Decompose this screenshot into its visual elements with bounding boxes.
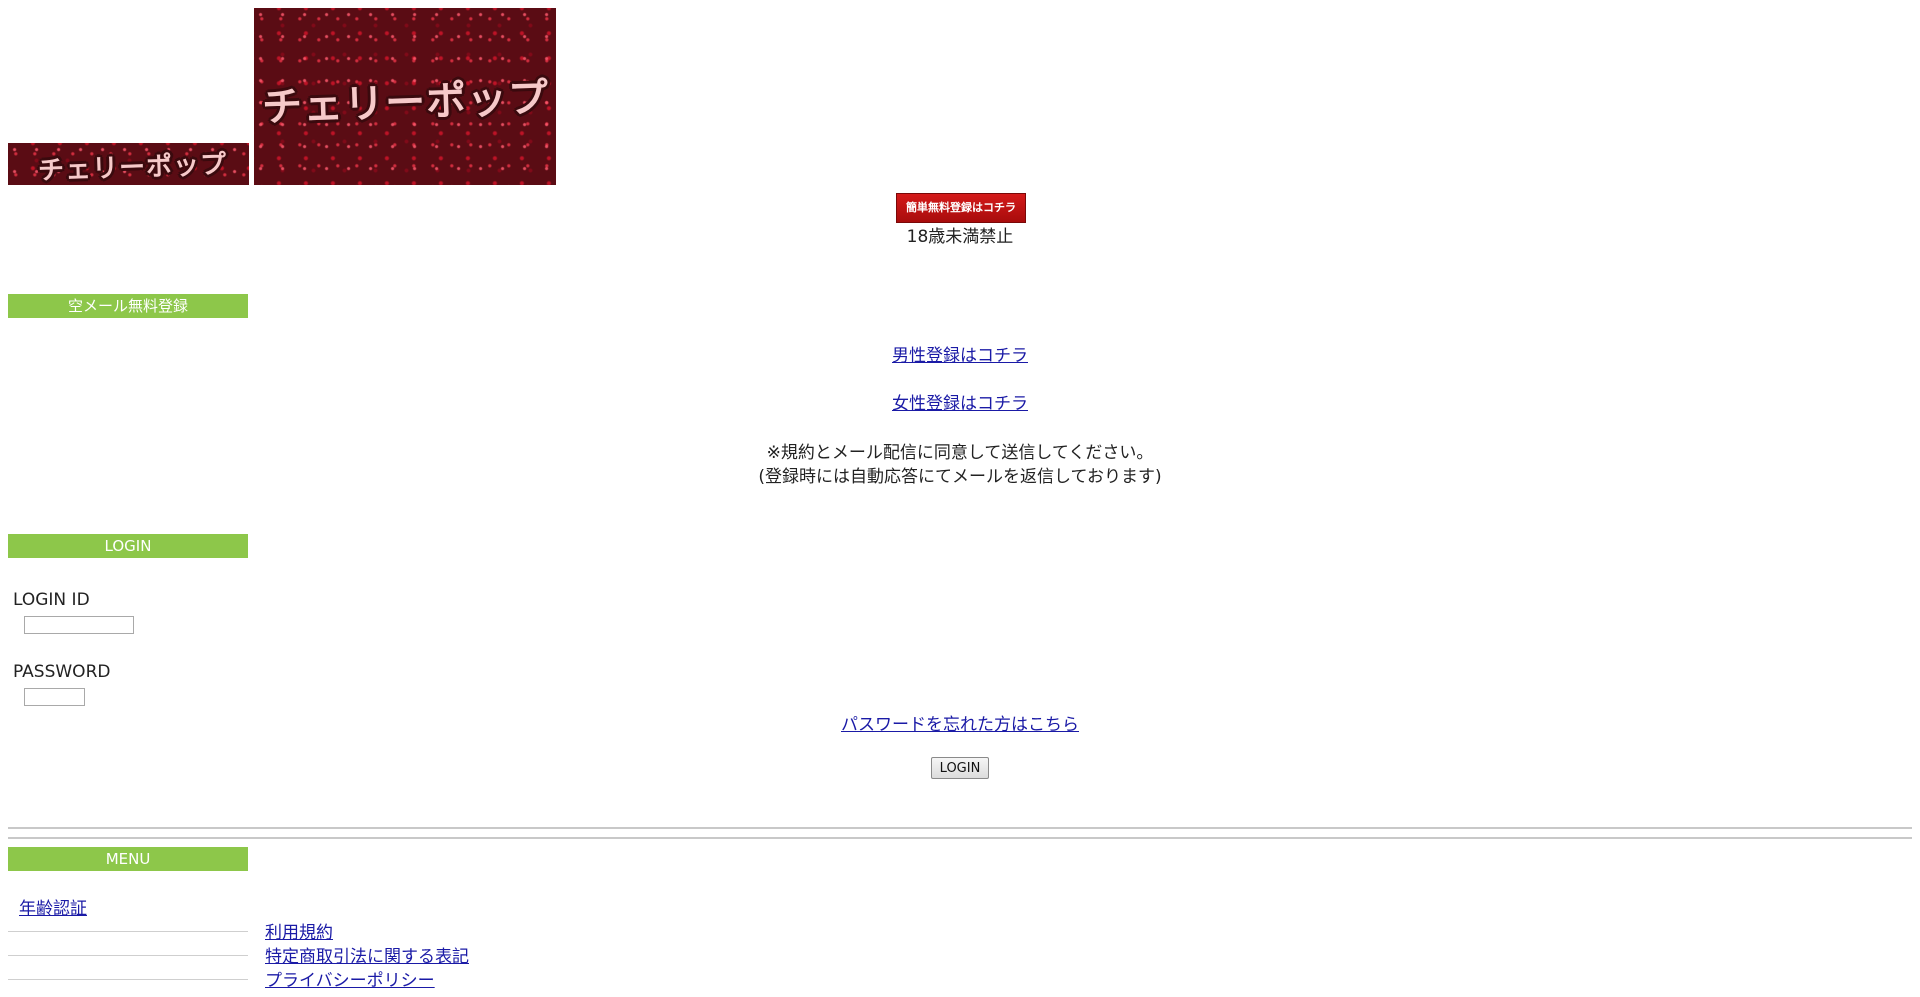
register-notice-line2: (登録時には自動応答にてメールを返信しております) [758,467,1162,487]
register-notice-line1: ※規約とメール配信に同意して送信してください。 [766,443,1154,463]
menu-item-privacy-policy[interactable]: プライバシーポリシー [265,966,435,991]
free-register-button[interactable]: 簡単無料登録はコチラ [896,193,1026,223]
separator-line-bottom [8,837,1912,839]
logo-large-banner[interactable]: チェリーポップ [254,8,556,185]
logo-small-banner[interactable]: チェリーポップ [8,143,249,185]
login-submit-button[interactable]: LOGIN [931,757,989,779]
register-section-header: 空メール無料登録 [8,294,248,318]
menu-divider-3 [8,979,248,980]
logo-large-text: チェリーポップ [261,75,550,131]
logo-small-text: チェリーポップ [37,149,228,185]
age-restriction-notice: 18歳未満禁止 [906,227,1014,247]
male-register-row: 男性登録はコチラ [760,341,1160,366]
password-input[interactable] [24,688,85,706]
menu-section-header: MENU [8,847,248,871]
login-id-input[interactable] [24,616,134,634]
forgot-password-link[interactable]: パスワードを忘れた方はこちら [841,715,1079,735]
female-register-link[interactable]: 女性登録はコチラ [892,394,1028,414]
male-register-link[interactable]: 男性登録はコチラ [892,346,1028,366]
menu-divider-2 [8,955,248,956]
forgot-password-row: パスワードを忘れた方はこちら [660,710,1260,735]
female-register-row: 女性登録はコチラ [760,389,1160,414]
login-section-header: LOGIN [8,534,248,558]
menu-divider-1 [8,931,248,932]
separator-line-top [8,827,1912,829]
page: チェリーポップ チェリーポップ 簡単無料登録はコチラ 18歳未満禁止 空メール無… [0,0,1920,997]
menu-item-terms[interactable]: 利用規約 [265,918,333,943]
password-label: PASSWORD [13,662,111,682]
login-id-label: LOGIN ID [13,590,90,610]
menu-item-commerce-law[interactable]: 特定商取引法に関する表記 [265,942,469,967]
menu-item-age-verification[interactable]: 年齢認証 [19,894,87,919]
